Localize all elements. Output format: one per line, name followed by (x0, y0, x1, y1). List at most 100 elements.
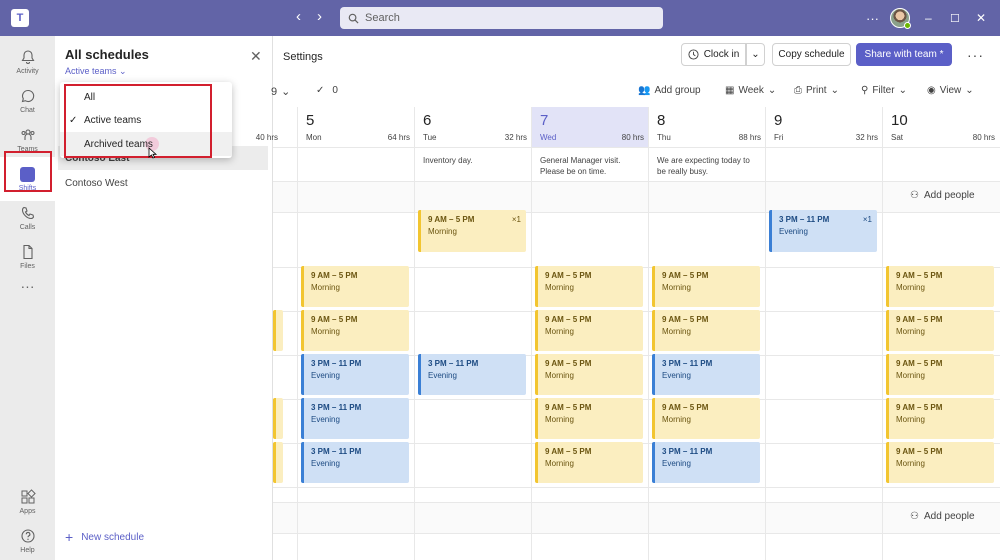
add-group-button[interactable]: 👥 Add group (638, 85, 701, 96)
add-person-icon: ⚇ (910, 190, 919, 201)
day-number: 10 (891, 112, 908, 129)
rail-label: Apps (19, 508, 36, 515)
morning-shift-card[interactable] (273, 398, 283, 439)
day-header[interactable]: 10 Sat 80 hrs (883, 107, 1000, 147)
morning-shift-card[interactable]: 9 AM – 5 PM Morning (886, 442, 994, 483)
check-counter[interactable]: ✓ 0 (316, 85, 338, 96)
add-people-button[interactable]: ⚇ Add people (910, 511, 975, 522)
morning-shift-card[interactable]: 9 AM – 5 PM Morning (652, 266, 760, 307)
minimize-button[interactable]: – (925, 0, 932, 36)
avatar[interactable] (890, 8, 911, 29)
day-header[interactable]: 6 Tue 32 hrs (415, 107, 532, 147)
shift-name: Morning (662, 327, 691, 336)
clock-in-menu-button[interactable]: ⌄ (746, 43, 765, 66)
close-icon[interactable]: ✕ (250, 48, 262, 65)
group-header-band (273, 502, 1000, 533)
rail-item-activity[interactable]: Activity (0, 40, 55, 84)
rail-item-help[interactable]: Help (0, 519, 55, 560)
evening-shift-card[interactable]: 3 PM – 11 PM Evening (652, 442, 760, 483)
new-schedule-button[interactable]: + New schedule (65, 529, 144, 545)
shift-time: 3 PM – 11 PM (311, 359, 362, 368)
more-options-icon[interactable]: ··· (967, 47, 984, 63)
maximize-button[interactable]: ☐ (950, 0, 960, 36)
teams-icon (21, 129, 34, 140)
team-filter-label: Active teams (65, 66, 117, 76)
shift-time: 9 AM – 5 PM (545, 359, 592, 368)
evening-shift-card[interactable]: 3 PM – 11 PM Evening ×1 (769, 210, 877, 252)
morning-shift-card[interactable]: 9 AM – 5 PM Morning (652, 398, 760, 439)
forward-arrow-icon[interactable]: › (317, 9, 322, 25)
morning-shift-card[interactable]: 9 AM – 5 PM Morning (886, 398, 994, 439)
evening-shift-card[interactable]: 3 PM – 11 PM Evening (301, 398, 409, 439)
morning-shift-card[interactable]: 9 AM – 5 PM Morning (886, 354, 994, 395)
more-options-icon[interactable]: ··· (866, 0, 879, 36)
day-note[interactable]: Inventory day. (423, 155, 526, 166)
morning-shift-card[interactable] (273, 442, 283, 483)
highlight-box-menu (64, 84, 212, 158)
rail-item-apps[interactable]: Apps (0, 480, 55, 524)
morning-shift-card[interactable]: 9 AM – 5 PM Morning (535, 266, 643, 307)
shift-name: Morning (896, 283, 925, 292)
checkmark-icon: ✓ (316, 85, 325, 96)
view-dropdown[interactable]: ◉ View ⌄ (927, 85, 974, 96)
date-range-picker[interactable]: 9 ⌄ (271, 85, 290, 99)
schedule-item-contoso-west[interactable]: Contoso West (58, 171, 268, 195)
share-with-team-button[interactable]: Share with team * (856, 43, 952, 66)
shift-name: Morning (545, 415, 574, 424)
back-arrow-icon[interactable]: ‹ (296, 9, 301, 25)
evening-shift-card[interactable]: 3 PM – 11 PM Evening (652, 354, 760, 395)
close-window-button[interactable]: ✕ (976, 0, 986, 36)
printer-icon: ⎙ (794, 85, 802, 96)
evening-shift-card[interactable]: 3 PM – 11 PM Evening (301, 354, 409, 395)
more-icon: ··· (20, 278, 35, 294)
day-name: Tue (423, 133, 437, 142)
column-divider (531, 107, 532, 560)
rail-label: Activity (16, 68, 39, 75)
tab-settings[interactable]: Settings (283, 51, 323, 63)
day-number: 7 (540, 112, 549, 129)
column-divider (648, 107, 649, 560)
copy-schedule-button[interactable]: Copy schedule (772, 43, 851, 66)
morning-shift-card[interactable] (273, 310, 283, 351)
print-dropdown[interactable]: ⎙ Print ⌄ (794, 85, 839, 96)
rail-item-chat[interactable]: Chat (0, 79, 55, 123)
check-count: 0 (332, 85, 338, 96)
day-note[interactable]: We are expecting today to be really busy… (657, 155, 760, 177)
week-view-dropdown[interactable]: ▦ Week ⌄ (725, 85, 776, 96)
team-filter-dropdown[interactable]: Active teams ⌄ (65, 66, 127, 77)
shift-time: 9 AM – 5 PM (896, 403, 943, 412)
search-input[interactable]: Search (340, 7, 663, 29)
rail-item-more[interactable]: ··· (0, 264, 55, 308)
morning-shift-card[interactable]: 9 AM – 5 PM Morning (652, 310, 760, 351)
day-header[interactable]: 7 Wed 80 hrs (532, 107, 649, 147)
group-header-band (273, 181, 1000, 212)
filter-dropdown[interactable]: ⚲ Filter ⌄ (861, 85, 907, 96)
morning-shift-card[interactable]: 9 AM – 5 PM Morning (535, 398, 643, 439)
clock-in-button[interactable]: Clock in (681, 43, 746, 66)
morning-shift-card[interactable]: 9 AM – 5 PM Morning (535, 310, 643, 351)
day-hours: 40 hrs (255, 133, 278, 142)
morning-shift-card[interactable]: 9 AM – 5 PM Morning (301, 266, 409, 307)
add-people-button[interactable]: ⚇ Add people (910, 190, 975, 201)
morning-shift-card[interactable]: 9 AM – 5 PM Morning (886, 310, 994, 351)
search-placeholder: Search (365, 12, 400, 24)
morning-shift-card[interactable]: 9 AM – 5 PM Morning (886, 266, 994, 307)
morning-shift-card[interactable]: 9 AM – 5 PM Morning (535, 442, 643, 483)
rail-item-calls[interactable]: Calls (0, 196, 55, 240)
evening-shift-card[interactable]: 3 PM – 11 PM Evening (301, 442, 409, 483)
view-label: View (939, 85, 962, 96)
morning-shift-card[interactable]: 9 AM – 5 PM Morning (535, 354, 643, 395)
day-name: Fri (774, 133, 784, 142)
shift-time: 9 AM – 5 PM (896, 315, 943, 324)
morning-shift-card[interactable]: 9 AM – 5 PM Morning ×1 (418, 210, 526, 252)
shift-name: Morning (896, 371, 925, 380)
morning-shift-card[interactable]: 9 AM – 5 PM Morning (301, 310, 409, 351)
shift-time: 3 PM – 11 PM (428, 359, 479, 368)
day-header[interactable]: 9 Fri 32 hrs (766, 107, 883, 147)
shift-name: Morning (896, 327, 925, 336)
shift-time: 9 AM – 5 PM (311, 315, 358, 324)
evening-shift-card[interactable]: 3 PM – 11 PM Evening (418, 354, 526, 395)
day-note[interactable]: General Manager visit. Please be on time… (540, 155, 643, 177)
day-header[interactable]: 5 Mon 64 hrs (298, 107, 415, 147)
day-header[interactable]: 8 Thu 88 hrs (649, 107, 766, 147)
